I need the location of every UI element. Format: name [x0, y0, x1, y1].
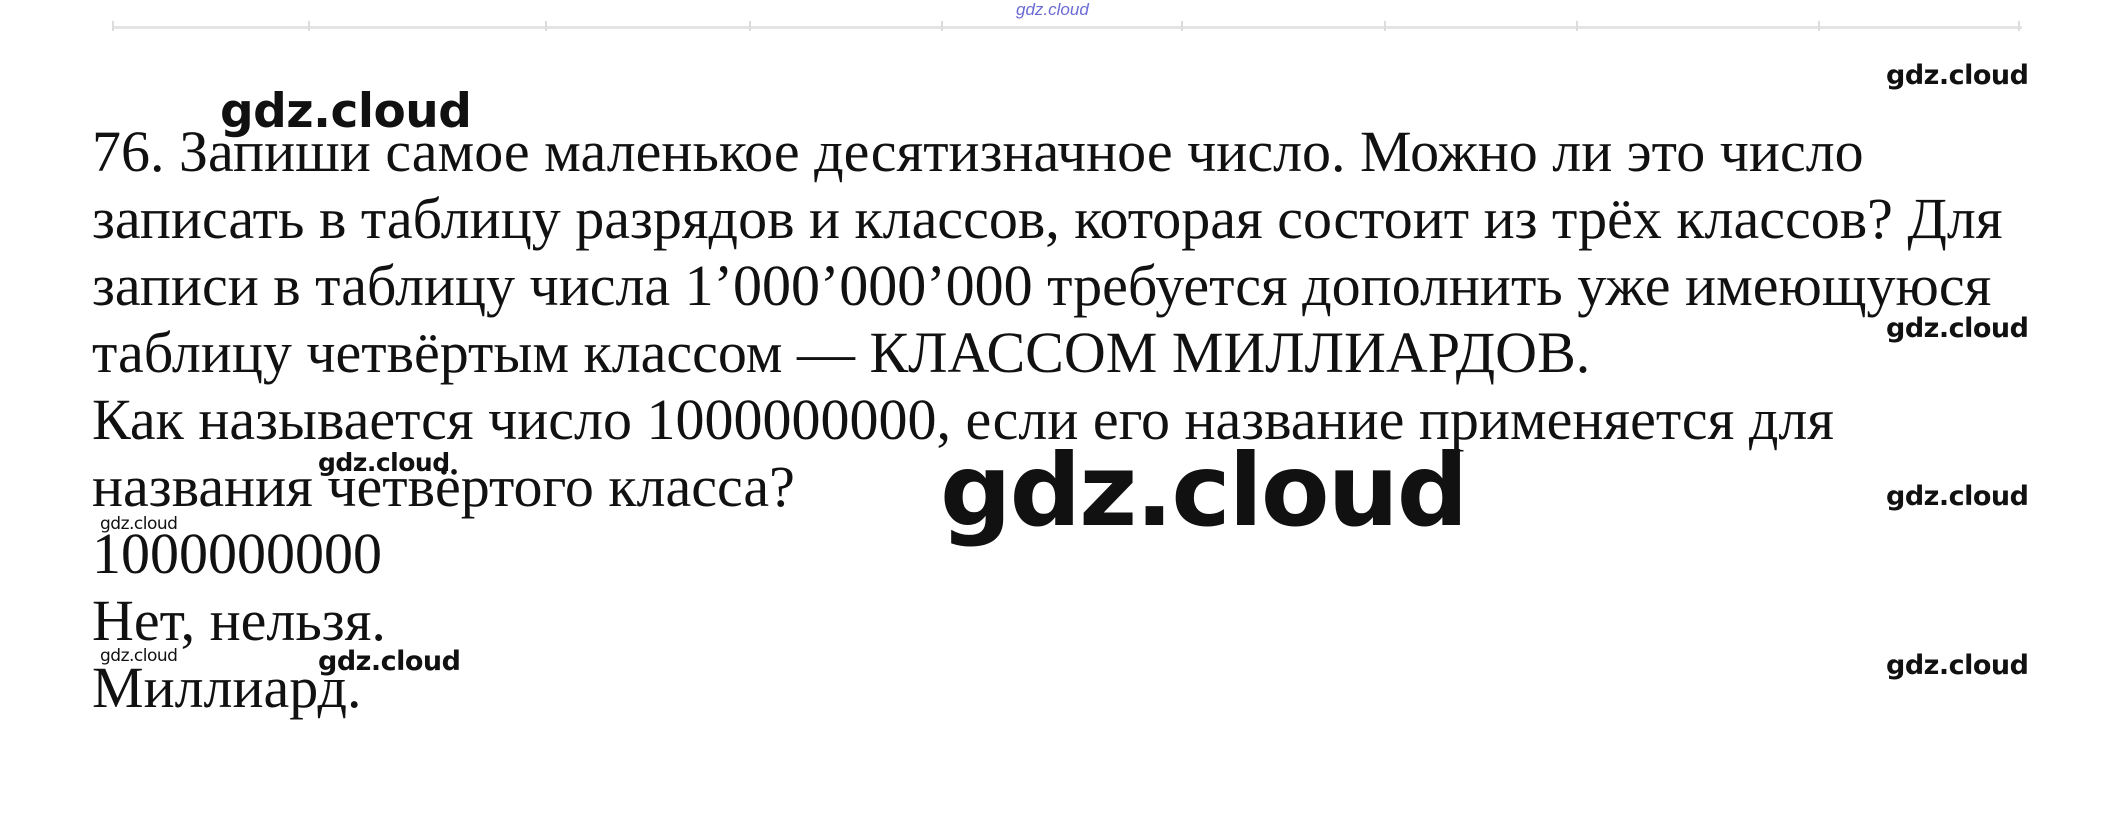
ruler-tick	[1818, 21, 1820, 31]
watermark: gdz.cloud	[100, 514, 178, 534]
ruler-tick	[112, 21, 114, 31]
watermark: gdz.cloud	[100, 646, 178, 666]
watermark-large: gdz.cloud	[940, 432, 1468, 549]
watermark-top: gdz.cloud	[1016, 0, 1089, 19]
problem-text: 76. Запиши самое маленькое десятизначное…	[92, 118, 2052, 721]
problem-line: записать в таблицу разрядов и классов, к…	[92, 186, 2003, 251]
watermark: gdz.cloud	[1886, 650, 2029, 681]
ruler-tick	[308, 21, 310, 31]
watermark: gdz.cloud	[318, 646, 461, 677]
problem-line: записи в таблицу числа 1’000’000’000 тре…	[92, 253, 1992, 318]
watermark: gdz.cloud	[1886, 481, 2029, 512]
problem-line: таблицу четвёртым классом — КЛАССОМ МИЛЛ…	[92, 320, 1591, 385]
page-ruler	[112, 21, 2022, 37]
watermark: gdz.cloud	[220, 84, 472, 139]
ruler-tick	[1384, 21, 1386, 31]
ruler-tick	[1576, 21, 1578, 31]
ruler-tick	[545, 21, 547, 31]
watermark: gdz.cloud	[1886, 60, 2029, 91]
watermark: gdz.cloud	[318, 448, 450, 477]
ruler-tick	[2018, 21, 2020, 31]
answer-can-write: Нет, нельзя.	[92, 588, 386, 653]
ruler-tick	[749, 21, 751, 31]
ruler-tick	[1181, 21, 1183, 31]
watermark: gdz.cloud	[1886, 313, 2029, 344]
ruler-tick	[941, 21, 943, 31]
